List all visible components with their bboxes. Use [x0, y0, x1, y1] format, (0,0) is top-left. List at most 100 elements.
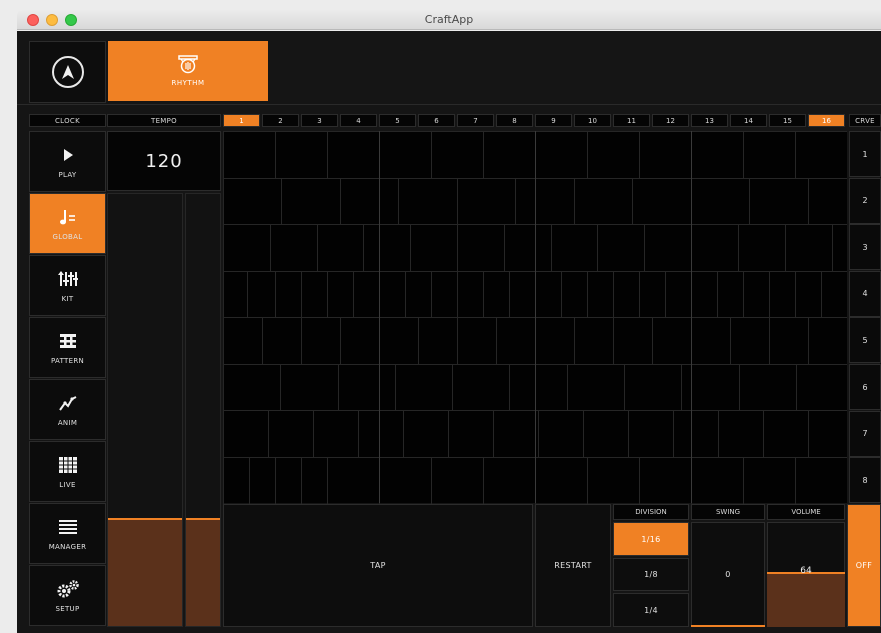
grid-cell[interactable] [457, 271, 458, 318]
grid-cell[interactable] [483, 457, 484, 504]
grid-cell[interactable] [583, 411, 584, 457]
grid-cell[interactable] [785, 225, 786, 271]
curve-row-3[interactable]: 3 [849, 224, 881, 271]
grid-cell[interactable] [262, 318, 263, 364]
grid-cell[interactable] [832, 225, 833, 271]
grid-cell[interactable] [538, 411, 539, 457]
step-4[interactable]: 4 [340, 114, 377, 127]
grid-cell[interactable] [358, 411, 359, 457]
restart-button[interactable]: RESTART [535, 504, 611, 627]
grid-cell[interactable] [730, 318, 731, 364]
grid-cell[interactable] [410, 225, 411, 271]
grid-cell[interactable] [340, 178, 341, 225]
grid-cell[interactable] [327, 132, 328, 178]
step-9[interactable]: 9 [535, 114, 572, 127]
grid-cell[interactable] [301, 457, 302, 504]
grid-cell[interactable] [808, 178, 809, 225]
grid-cell[interactable] [395, 364, 396, 411]
grid-cell[interactable] [587, 271, 588, 318]
grid-cell[interactable] [795, 457, 796, 504]
grid-cell[interactable] [313, 411, 314, 457]
grid-cell[interactable] [769, 271, 770, 318]
grid-cell[interactable] [457, 318, 458, 364]
grid-cell[interactable] [431, 457, 432, 504]
grid-cell[interactable] [452, 364, 453, 411]
grid-cell[interactable] [743, 457, 744, 504]
grid-cell[interactable] [496, 318, 497, 364]
tempo-fine-fader[interactable] [185, 193, 221, 627]
step-5[interactable]: 5 [379, 114, 416, 127]
tap-button[interactable]: TAP [223, 504, 533, 627]
grid-cell[interactable] [398, 178, 399, 225]
grid-cell[interactable] [431, 132, 432, 178]
curve-row-2[interactable]: 2 [849, 177, 881, 224]
sidebar-item-manager[interactable]: MANAGER [29, 503, 106, 564]
grid-cell[interactable] [223, 364, 224, 411]
grid-cell[interactable] [624, 364, 625, 411]
grid-cell[interactable] [418, 318, 419, 364]
grid-cell[interactable] [457, 178, 458, 225]
grid-cell[interactable] [403, 411, 404, 457]
grid-cell[interactable] [340, 318, 341, 364]
curve-row-8[interactable]: 8 [849, 457, 881, 504]
curve-row-6[interactable]: 6 [849, 364, 881, 410]
step-2[interactable]: 2 [262, 114, 299, 127]
step-3[interactable]: 3 [301, 114, 338, 127]
grid-cell[interactable] [628, 411, 629, 457]
sidebar-item-setup[interactable]: SETUP [29, 565, 106, 626]
curve-row-4[interactable]: 4 [849, 270, 881, 317]
grid-cell[interactable] [268, 411, 269, 457]
division-option-1-4[interactable]: 1/4 [613, 593, 689, 627]
grid-cell[interactable] [509, 364, 510, 411]
sidebar-item-kit[interactable]: KIT [29, 255, 106, 316]
grid-cell[interactable] [796, 364, 797, 411]
grid-cell[interactable] [769, 318, 770, 364]
grid-cell[interactable] [738, 225, 739, 271]
curve-row-5[interactable]: 5 [849, 317, 881, 364]
sidebar-item-play[interactable]: PLAY [29, 131, 106, 192]
grid-cell[interactable] [808, 318, 809, 364]
grid-cell[interactable] [551, 225, 552, 271]
tab-rhythm[interactable]: RHYTHM [108, 41, 268, 101]
grid-cell[interactable] [448, 411, 449, 457]
tempo-display[interactable]: 120 [107, 131, 221, 191]
step-14[interactable]: 14 [730, 114, 767, 127]
grid-cell[interactable] [493, 411, 494, 457]
grid-cell[interactable] [483, 271, 484, 318]
sequencer-grid[interactable] [223, 131, 847, 504]
grid-cell[interactable] [223, 178, 224, 225]
grid-cell[interactable] [275, 271, 276, 318]
grid-cell[interactable] [808, 411, 809, 457]
tempo-fader[interactable] [107, 193, 183, 627]
grid-cell[interactable] [223, 132, 224, 178]
sidebar-item-pattern[interactable]: PATTERN [29, 317, 106, 378]
grid-cell[interactable] [639, 132, 640, 178]
grid-cell[interactable] [223, 225, 224, 271]
step-6[interactable]: 6 [418, 114, 455, 127]
grid-cell[interactable] [327, 271, 328, 318]
grid-cell[interactable] [639, 271, 640, 318]
grid-cell[interactable] [327, 457, 328, 504]
sidebar-item-global[interactable]: GLOBAL [29, 193, 106, 254]
grid-cell[interactable] [574, 318, 575, 364]
grid-cell[interactable] [301, 318, 302, 364]
grid-cell[interactable] [280, 364, 281, 411]
step-1[interactable]: 1 [223, 114, 260, 127]
grid-cell[interactable] [275, 457, 276, 504]
grid-cell[interactable] [718, 411, 719, 457]
grid-cell[interactable] [652, 318, 653, 364]
grid-cell[interactable] [504, 225, 505, 271]
step-13[interactable]: 13 [691, 114, 728, 127]
grid-cell[interactable] [739, 364, 740, 411]
grid-cell[interactable] [353, 271, 354, 318]
grid-cell[interactable] [587, 457, 588, 504]
grid-cell[interactable] [665, 271, 666, 318]
grid-cell[interactable] [613, 271, 614, 318]
grid-cell[interactable] [561, 271, 562, 318]
grid-cell[interactable] [763, 411, 764, 457]
grid-cell[interactable] [223, 271, 224, 318]
step-11[interactable]: 11 [613, 114, 650, 127]
grid-cell[interactable] [275, 132, 276, 178]
grid-cell[interactable] [223, 457, 224, 504]
grid-cell[interactable] [673, 411, 674, 457]
